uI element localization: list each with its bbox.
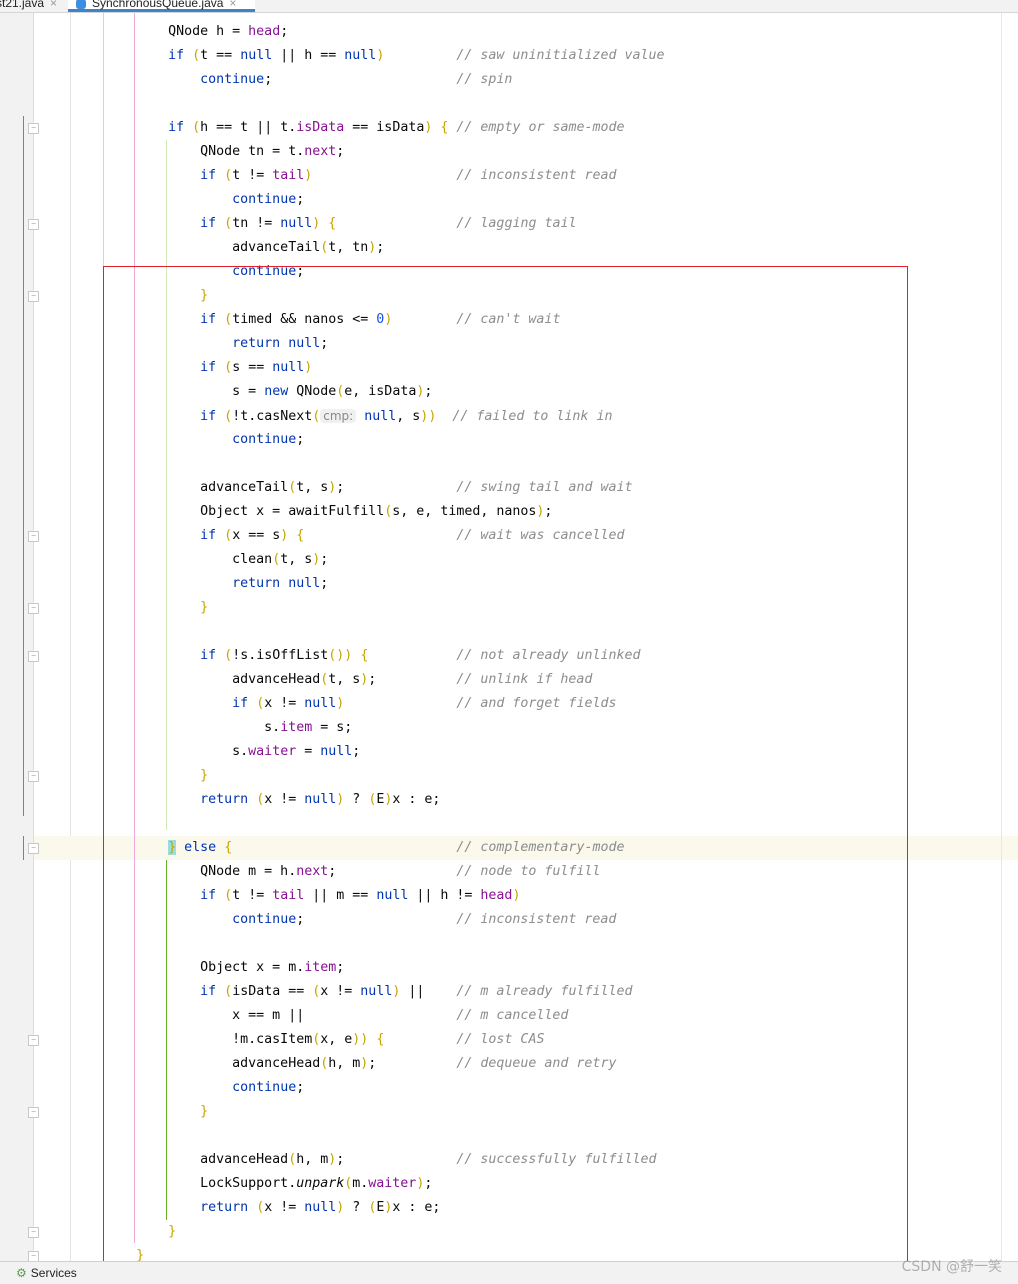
- code-line[interactable]: return (x != null) ? (E)x : e;: [8, 788, 440, 812]
- code-line[interactable]: if (s == null): [8, 356, 312, 380]
- code-comment: // inconsistent read: [456, 168, 617, 183]
- code-comment: // dequeue and retry: [456, 1056, 617, 1071]
- code-line[interactable]: }: [8, 284, 208, 308]
- code-comment: // empty or same-mode: [456, 120, 625, 135]
- services-button[interactable]: ⚙ Services: [16, 1262, 77, 1284]
- right-margin-guide: [1001, 13, 1002, 1261]
- code-line[interactable]: continue;: [8, 428, 304, 452]
- tab-synchronousqueue-java[interactable]: SynchronousQueue.java ×: [68, 0, 255, 12]
- close-icon[interactable]: ×: [50, 0, 57, 10]
- code-comment: // complementary-mode: [456, 840, 625, 855]
- editor-tab-bar: st21.java × SynchronousQueue.java ×: [0, 0, 1018, 13]
- code-comment: // and forget fields: [456, 696, 617, 711]
- code-line[interactable]: s.item = s;: [8, 716, 352, 740]
- code-line[interactable]: s = new QNode(e, isData);: [8, 380, 432, 404]
- code-line[interactable]: LockSupport.unpark(m.waiter);: [8, 1172, 432, 1196]
- code-line[interactable]: if (x != null) // and forget fields: [8, 692, 616, 716]
- code-comment: // wait was cancelled: [456, 528, 625, 543]
- watermark: CSDN @舒一笑: [901, 1259, 1002, 1275]
- code-comment: // not already unlinked: [456, 648, 641, 663]
- code-line[interactable]: QNode m = h.next; // node to fulfill: [8, 860, 600, 884]
- code-line[interactable]: if (!t.casNext(cmp: null, s)) // failed …: [8, 404, 612, 428]
- services-label: Services: [30, 1266, 77, 1280]
- java-class-icon: [76, 0, 86, 9]
- code-line[interactable]: continue; // inconsistent read: [8, 908, 616, 932]
- tab-st21-java[interactable]: st21.java ×: [0, 0, 57, 11]
- code-line[interactable]: }: [8, 596, 208, 620]
- code-comment: // lost CAS: [456, 1032, 545, 1047]
- code-comment: // lagging tail: [456, 216, 577, 231]
- code-comment: // spin: [456, 72, 513, 87]
- parameter-hint: cmp:: [320, 409, 357, 423]
- code-line[interactable]: if (h == t || t.isData == isData) { // e…: [8, 116, 625, 140]
- code-line[interactable]: Object x = m.item;: [8, 956, 344, 980]
- code-comment: // failed to link in: [452, 409, 613, 424]
- tab-label: st21.java: [0, 0, 45, 10]
- code-line[interactable]: if (timed && nanos <= 0) // can't wait: [8, 308, 560, 332]
- code-comment: // unlink if head: [456, 672, 593, 687]
- code-line[interactable]: if (t != tail || m == null || h != head): [8, 884, 520, 908]
- code-line[interactable]: if (t != tail) // inconsistent read: [8, 164, 616, 188]
- code-comment: // m already fulfilled: [456, 984, 633, 999]
- code-line[interactable]: Object x = awaitFulfill(s, e, timed, nan…: [8, 500, 552, 524]
- code-comment: // swing tail and wait: [456, 480, 633, 495]
- code-comment: // inconsistent read: [456, 912, 617, 927]
- code-line[interactable]: continue;: [8, 188, 304, 212]
- code-comment: // node to fulfill: [456, 864, 601, 879]
- code-line[interactable]: QNode h = head;: [8, 20, 288, 44]
- code-line[interactable]: advanceHead(h, m); // dequeue and retry: [8, 1052, 616, 1076]
- code-line[interactable]: advanceTail(t, tn);: [8, 236, 384, 260]
- code-line[interactable]: advanceHead(t, s); // unlink if head: [8, 668, 592, 692]
- code-comment: // saw uninitialized value: [456, 48, 665, 63]
- status-bar: ⚙ Services: [0, 1261, 1018, 1284]
- code-line[interactable]: QNode tn = t.next;: [8, 140, 344, 164]
- code-line[interactable]: continue; // spin: [8, 68, 512, 92]
- code-line[interactable]: if (isData == (x != null) || // m alread…: [8, 980, 633, 1004]
- code-line[interactable]: continue;: [8, 260, 304, 284]
- code-line[interactable]: return (x != null) ? (E)x : e;: [8, 1196, 440, 1220]
- code-line[interactable]: return null;: [8, 332, 328, 356]
- code-line[interactable]: !m.casItem(x, e)) { // lost CAS: [8, 1028, 544, 1052]
- code-line[interactable]: s.waiter = null;: [8, 740, 360, 764]
- code-line[interactable]: advanceTail(t, s); // swing tail and wai…: [8, 476, 632, 500]
- code-line[interactable]: if (!s.isOffList()) { // not already unl…: [8, 644, 641, 668]
- code-line[interactable]: } else { // complementary-mode: [8, 836, 624, 860]
- code-comment: // can't wait: [456, 312, 561, 327]
- code-line[interactable]: if (x == s) { // wait was cancelled: [8, 524, 625, 548]
- code-line[interactable]: clean(t, s);: [8, 548, 328, 572]
- code-line[interactable]: x == m || // m cancelled: [8, 1004, 568, 1028]
- code-line[interactable]: continue;: [8, 1076, 304, 1100]
- code-comment: // m cancelled: [456, 1008, 569, 1023]
- code-line[interactable]: if (tn != null) { // lagging tail: [8, 212, 577, 236]
- code-line[interactable]: }: [8, 1220, 176, 1244]
- code-line[interactable]: }: [8, 1100, 208, 1124]
- code-line[interactable]: }: [8, 764, 208, 788]
- code-comment: // successfully fulfilled: [456, 1152, 657, 1167]
- gear-icon: ⚙: [16, 1266, 27, 1280]
- code-line[interactable]: if (t == null || h == null) // saw unini…: [8, 44, 665, 68]
- code-line[interactable]: advanceHead(h, m); // successfully fulfi…: [8, 1148, 657, 1172]
- tab-label: SynchronousQueue.java: [92, 0, 224, 10]
- code-line[interactable]: return null;: [8, 572, 328, 596]
- close-icon[interactable]: ×: [229, 0, 236, 10]
